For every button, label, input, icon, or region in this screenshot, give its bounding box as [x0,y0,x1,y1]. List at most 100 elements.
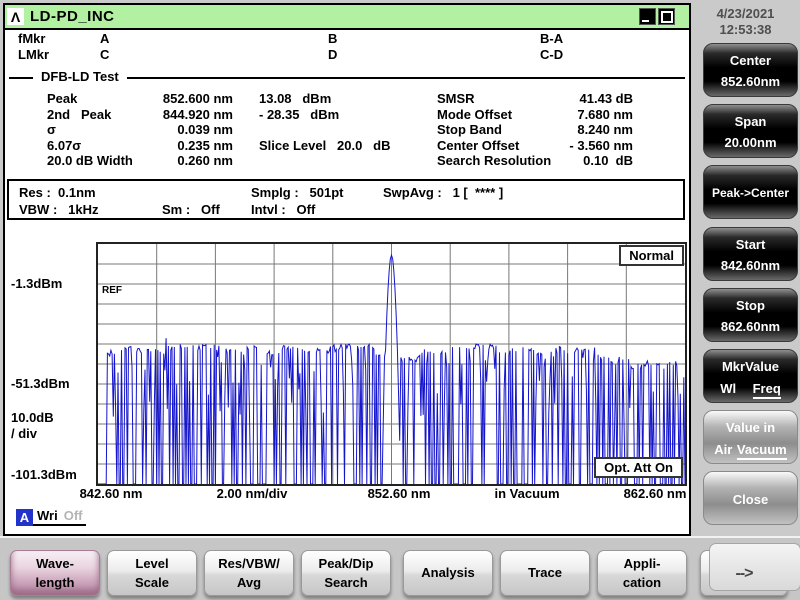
analysis-row-mode-offset: Mode Offset 7.680 nm [437,107,633,123]
tab-trace[interactable]: Trace [500,550,590,596]
softkey-value: 20.00nm [704,135,797,150]
window-title: LD-PD_INC [30,8,115,25]
span-button[interactable]: Span 20.00nm [703,104,798,158]
row-value: 0.260 nm [123,153,233,168]
softkey-value: 852.60nm [704,74,797,89]
y-axis-bottom-value: -101.3dBm [11,467,77,482]
row-label: Peak [47,91,77,106]
row-value: 852.600 nm [123,91,233,106]
tab-application[interactable]: Appli- cation [597,550,687,596]
row-label: Mode Offset [437,107,565,123]
tab-res-vbw-avg[interactable]: Res/VBW/ Avg [204,550,294,596]
trace-write-mode: WriOff [33,508,86,526]
sm-setting: Sm : Off [162,202,220,217]
tab-label: Trace [501,565,589,580]
lmkr-c-minus-d: C-D [540,47,563,62]
row-label: 20.0 dB Width [47,153,133,168]
medium-option-vacuum: Vacuum [737,442,787,460]
analysis-right-column: SMSR 41.43 dB Mode Offset 7.680 nm Stop … [437,91,633,169]
row-label: Center Offset [437,138,565,154]
tab-analysis[interactable]: Analysis [403,550,493,596]
analysis-row-2nd-peak: 2nd Peak 844.920 nm - 28.35 dBm [47,107,407,123]
peak-to-center-button[interactable]: Peak->Center [703,165,798,219]
swpavg-setting: SwpAvg : 1 [ **** ] [383,185,503,200]
tab-label: Peak/Dip [302,556,390,571]
medium-option-air: Air [714,442,732,460]
titlebar: Λ LD-PD_INC [5,5,689,30]
row-label: SMSR [437,91,565,107]
trace-mode-write: Wri [37,508,58,523]
tab-label: Wave- [11,556,99,571]
analysis-row-6sigma: 6.07σ 0.235 nm Slice Level 20.0 dB [47,138,407,154]
softkey-label: Span [704,114,797,129]
maximize-icon [661,11,673,23]
start-wavelength-button[interactable]: Start 842.60nm [703,227,798,281]
trace-a-status[interactable]: A WriOff [16,508,86,526]
anritsu-logo-icon: Λ [7,8,24,25]
analysis-left-column: Peak 852.600 nm 13.08 dBm 2nd Peak 844.9… [47,91,407,169]
softkey-value: 862.60nm [704,319,797,334]
softkey-label: Close [704,492,797,507]
row-value2: 13.08 dBm [259,91,331,106]
lmkr-c: C [100,47,109,62]
osa-screen: Λ LD-PD_INC fMkr A B B-A LMkr C D C-D DF… [0,0,800,600]
y-axis-scale-per-div: 10.0dB [11,410,54,425]
analysis-row-smsr: SMSR 41.43 dB [437,91,633,107]
x-axis-medium-label: in Vacuum [494,486,559,501]
softkey-label: Start [704,237,797,252]
x-axis-center-value: 852.60 nm [368,486,431,501]
y-axis-scale-per-div-2: / div [11,426,37,441]
analysis-group-title: DFB-LD Test [33,69,127,84]
main-window: Λ LD-PD_INC fMkr A B B-A LMkr C D C-D DF… [3,3,691,536]
tab-label: length [11,575,99,590]
tab-level-scale[interactable]: Level Scale [107,550,197,596]
tab-label: Avg [205,575,293,590]
y-axis-ref-value: -1.3dBm [11,276,62,291]
fmkr-a: A [100,31,109,46]
intvl-setting: Intvl : Off [251,202,315,217]
center-wavelength-button[interactable]: Center 852.60nm [703,43,798,97]
row-label: 6.07σ [47,138,81,153]
row-label: σ [47,122,56,137]
more-functions-button[interactable]: --> [700,550,788,596]
softkey-label: Peak->Center [704,186,797,200]
vbw-setting: VBW : 1kHz [19,202,98,217]
softkey-label: Value in [704,420,797,435]
fmkr-b: B [328,31,337,46]
stop-wavelength-button[interactable]: Stop 862.60nm [703,288,798,342]
date-label: 4/23/2021 [691,6,800,22]
function-toolbar: Wave- length Level Scale Res/VBW/ Avg Pe… [0,536,800,600]
maximize-button[interactable] [658,8,675,25]
value-in-medium-toggle-button[interactable]: Value in Air Vacuum [703,410,798,464]
tab-label: Scale [108,575,196,590]
trace-mode-label: Normal [619,245,684,266]
ref-level-label: REF [102,285,122,296]
row-value: 7.680 nm [565,107,633,123]
tab-wavelength[interactable]: Wave- length [10,550,100,596]
row-label: Stop Band [437,122,565,138]
tab-label: Appli- [598,556,686,571]
sweep-settings-box: Res : 0.1nm Smplg : 501pt SwpAvg : 1 [ *… [7,179,685,220]
analysis-row-center-offset: Center Offset - 3.560 nm [437,138,633,154]
close-button[interactable]: Close [703,471,798,525]
row-value: 0.235 nm [123,138,233,153]
marker-value-toggle-button[interactable]: MkrValue Wl Freq [703,349,798,403]
trace-a-badge: A [16,509,33,526]
mkrvalue-option-wl: Wl [720,381,736,399]
x-axis-start-value: 842.60 nm [80,486,143,501]
tab-label: Res/VBW/ [205,556,293,571]
row-label: 2nd Peak [47,107,111,122]
spectrum-plot-svg [98,244,685,484]
right-arrow-icon: --> [701,565,787,583]
minimize-button[interactable] [639,8,656,25]
tab-label: Analysis [404,565,492,580]
analysis-row-stop-band: Stop Band 8.240 nm [437,122,633,138]
x-axis-per-div: 2.00 nm/div [217,486,288,501]
tab-peak-dip-search[interactable]: Peak/Dip Search [301,550,391,596]
row-value: 8.240 nm [565,122,633,138]
analysis-row-sigma: σ 0.039 nm [47,122,407,138]
smplg-setting: Smplg : 501pt [251,185,343,200]
tab-label: Level [108,556,196,571]
analysis-row-peak: Peak 852.600 nm 13.08 dBm [47,91,407,107]
fmkr-b-minus-a: B-A [540,31,563,46]
